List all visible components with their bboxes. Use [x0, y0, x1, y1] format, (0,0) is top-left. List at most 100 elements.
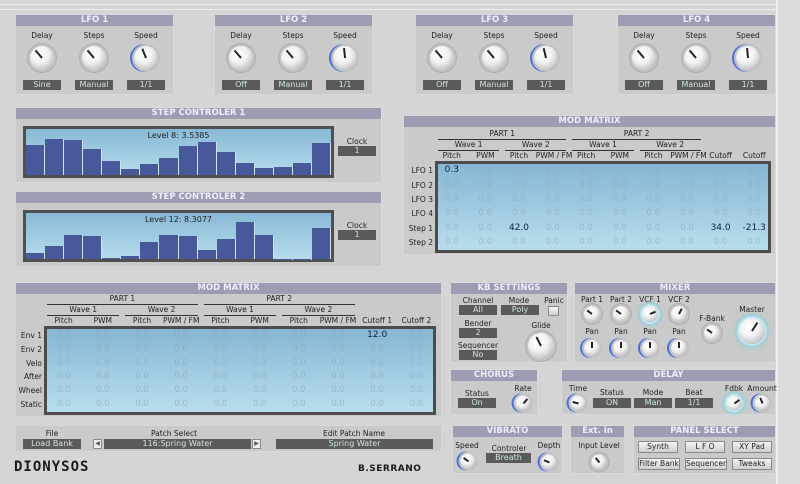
matrix-cell[interactable]: 0.0 [162, 371, 201, 381]
step-bar[interactable] [311, 142, 331, 175]
delay-time-knob[interactable] [570, 395, 586, 411]
matrix-cell[interactable]: 0.0 [435, 208, 469, 218]
matrix-cell[interactable]: 0.0 [536, 165, 570, 175]
matrix-cell[interactable]: 0.0 [569, 237, 603, 247]
lfo-3-speed-value[interactable]: 1/1 [527, 80, 565, 90]
matrix-cell[interactable]: 0.0 [704, 237, 738, 247]
matrix-cell[interactable]: 0.0 [469, 223, 503, 233]
matrix-cell[interactable]: 0.0 [397, 385, 436, 395]
matrix-cell[interactable]: 0.0 [201, 385, 240, 395]
chorus-rate-knob[interactable] [515, 395, 531, 411]
matrix-cell[interactable]: 0.0 [122, 385, 161, 395]
lfo-3-speed-knob[interactable] [534, 46, 558, 70]
step-bar[interactable] [178, 235, 198, 259]
matrix-cell[interactable]: 0.0 [279, 344, 318, 354]
matrix-cell[interactable]: 0.0 [569, 194, 603, 204]
matrix-cell[interactable]: 0.0 [83, 399, 122, 409]
matrix-cell[interactable]: 0.0 [569, 223, 603, 233]
step-bar[interactable] [311, 228, 331, 259]
xy-pad-button[interactable]: XY Pad [732, 441, 772, 453]
matrix-cell[interactable]: 0.0 [637, 208, 671, 218]
matrix-cell[interactable]: 0.0 [358, 371, 397, 381]
matrix-cell[interactable]: 0.0 [502, 208, 536, 218]
bender-select[interactable]: 2 [459, 328, 497, 338]
matrix-cell[interactable]: 0.0 [318, 344, 357, 354]
matrix-cell[interactable]: 0.0 [358, 358, 397, 368]
matrix-cell[interactable]: 0.0 [637, 194, 671, 204]
matrix-cell[interactable]: 0.0 [318, 330, 357, 340]
mixer-vcf-1-knob[interactable] [642, 306, 658, 322]
matrix-cell[interactable]: 0.0 [83, 358, 122, 368]
step-bar[interactable] [235, 163, 255, 175]
matrix-cell[interactable]: 0.0 [122, 358, 161, 368]
matrix-cell[interactable]: 0.0 [279, 330, 318, 340]
matrix-cell[interactable]: 0.0 [358, 344, 397, 354]
matrix-cell[interactable]: 0.0 [122, 399, 161, 409]
lfo-3-steps-value[interactable]: Manual [475, 80, 513, 90]
matrix-cell[interactable]: 0.0 [536, 237, 570, 247]
step-bar[interactable] [254, 167, 274, 175]
step-bar[interactable] [121, 255, 141, 259]
matrix-cell[interactable]: 0.0 [318, 399, 357, 409]
matrix-cell[interactable]: 0.3 [435, 165, 469, 175]
lfo-1-steps-value[interactable]: Manual [75, 80, 113, 90]
mixer-pan-4-knob[interactable] [671, 340, 687, 356]
matrix-cell[interactable]: 0.0 [240, 358, 279, 368]
master-knob[interactable] [739, 318, 765, 344]
lfo-4-speed-knob[interactable] [736, 46, 760, 70]
matrix-cell[interactable]: 0.0 [569, 165, 603, 175]
matrix-cell[interactable]: 0.0 [502, 237, 536, 247]
matrix-cell[interactable]: 0.0 [737, 165, 771, 175]
lfo-3-delay-knob[interactable] [430, 46, 454, 70]
matrix-cell[interactable]: 0.0 [44, 330, 83, 340]
matrix-cell[interactable]: 0.0 [279, 371, 318, 381]
matrix-cell[interactable]: 0.0 [603, 223, 637, 233]
matrix-cell[interactable]: 12.0 [358, 330, 397, 340]
matrix-cell[interactable]: 0.0 [83, 385, 122, 395]
mixer-pan-1-knob[interactable] [584, 340, 600, 356]
matrix-cell[interactable]: 0.0 [122, 344, 161, 354]
matrix-cell[interactable]: 0.0 [162, 385, 201, 395]
matrix-cell[interactable]: 0.0 [469, 208, 503, 218]
matrix-cell[interactable]: 0.0 [670, 180, 704, 190]
matrix-cell[interactable]: 0.0 [397, 344, 436, 354]
matrix-cell[interactable]: 0.0 [737, 237, 771, 247]
matrix-cell[interactable]: 0.0 [737, 194, 771, 204]
lfo-2-speed-knob[interactable] [333, 46, 357, 70]
lfo-1-delay-knob[interactable] [30, 46, 54, 70]
matrix-cell[interactable]: 0.0 [397, 330, 436, 340]
matrix-cell[interactable]: 0.0 [358, 385, 397, 395]
matrix-cell[interactable]: 0.0 [704, 165, 738, 175]
input-level-knob[interactable] [591, 454, 607, 470]
step-bar[interactable] [64, 234, 84, 259]
matrix-cell[interactable]: 0.0 [397, 358, 436, 368]
matrix-cell[interactable]: 0.0 [603, 208, 637, 218]
mixer-part-2-knob[interactable] [613, 306, 629, 322]
lfo-4-delay-value[interactable]: Off [625, 80, 663, 90]
lfo-1-steps-knob[interactable] [82, 46, 106, 70]
lfo-1-delay-value[interactable]: Sine [23, 80, 61, 90]
matrix-cell[interactable]: 0.0 [670, 165, 704, 175]
next-patch-button[interactable]: ▶ [252, 439, 261, 449]
mixer-pan-2-knob[interactable] [613, 340, 629, 356]
matrix-cell[interactable]: -21.3 [737, 223, 771, 233]
matrix-cell[interactable]: 0.0 [569, 208, 603, 218]
step-bar[interactable] [140, 242, 160, 259]
step-bar[interactable] [197, 250, 217, 259]
matrix-cell[interactable]: 0.0 [536, 223, 570, 233]
matrix-cell[interactable]: 0.0 [737, 208, 771, 218]
matrix-cell[interactable]: 0.0 [279, 385, 318, 395]
matrix-cell[interactable]: 42.0 [502, 223, 536, 233]
lfo-4-delay-knob[interactable] [632, 46, 656, 70]
matrix-cell[interactable]: 0.0 [603, 180, 637, 190]
step-bar[interactable] [121, 168, 141, 175]
matrix-cell[interactable]: 0.0 [83, 371, 122, 381]
step-bar[interactable] [197, 141, 217, 175]
step-bar[interactable] [235, 222, 255, 259]
matrix-cell[interactable]: 0.0 [603, 194, 637, 204]
matrix-cell[interactable]: 0.0 [637, 165, 671, 175]
matrix-cell[interactable]: 0.0 [469, 237, 503, 247]
step-bar[interactable] [140, 163, 160, 175]
step-bar[interactable] [102, 258, 122, 259]
step-bar[interactable] [254, 235, 274, 259]
